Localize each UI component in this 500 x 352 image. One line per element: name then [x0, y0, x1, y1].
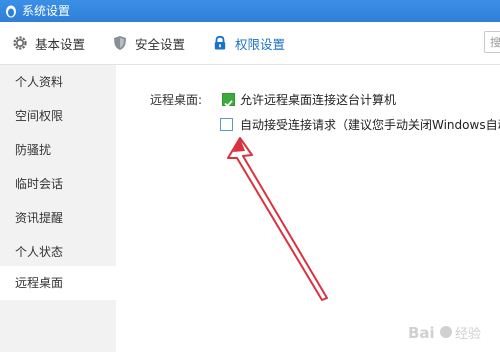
svg-text:Bai: Bai — [408, 324, 435, 342]
baidu-jingyan-watermark: Bai 经验 — [408, 324, 481, 342]
annotation-arrow — [227, 137, 328, 301]
svg-text:经验: 经验 — [455, 326, 481, 342]
